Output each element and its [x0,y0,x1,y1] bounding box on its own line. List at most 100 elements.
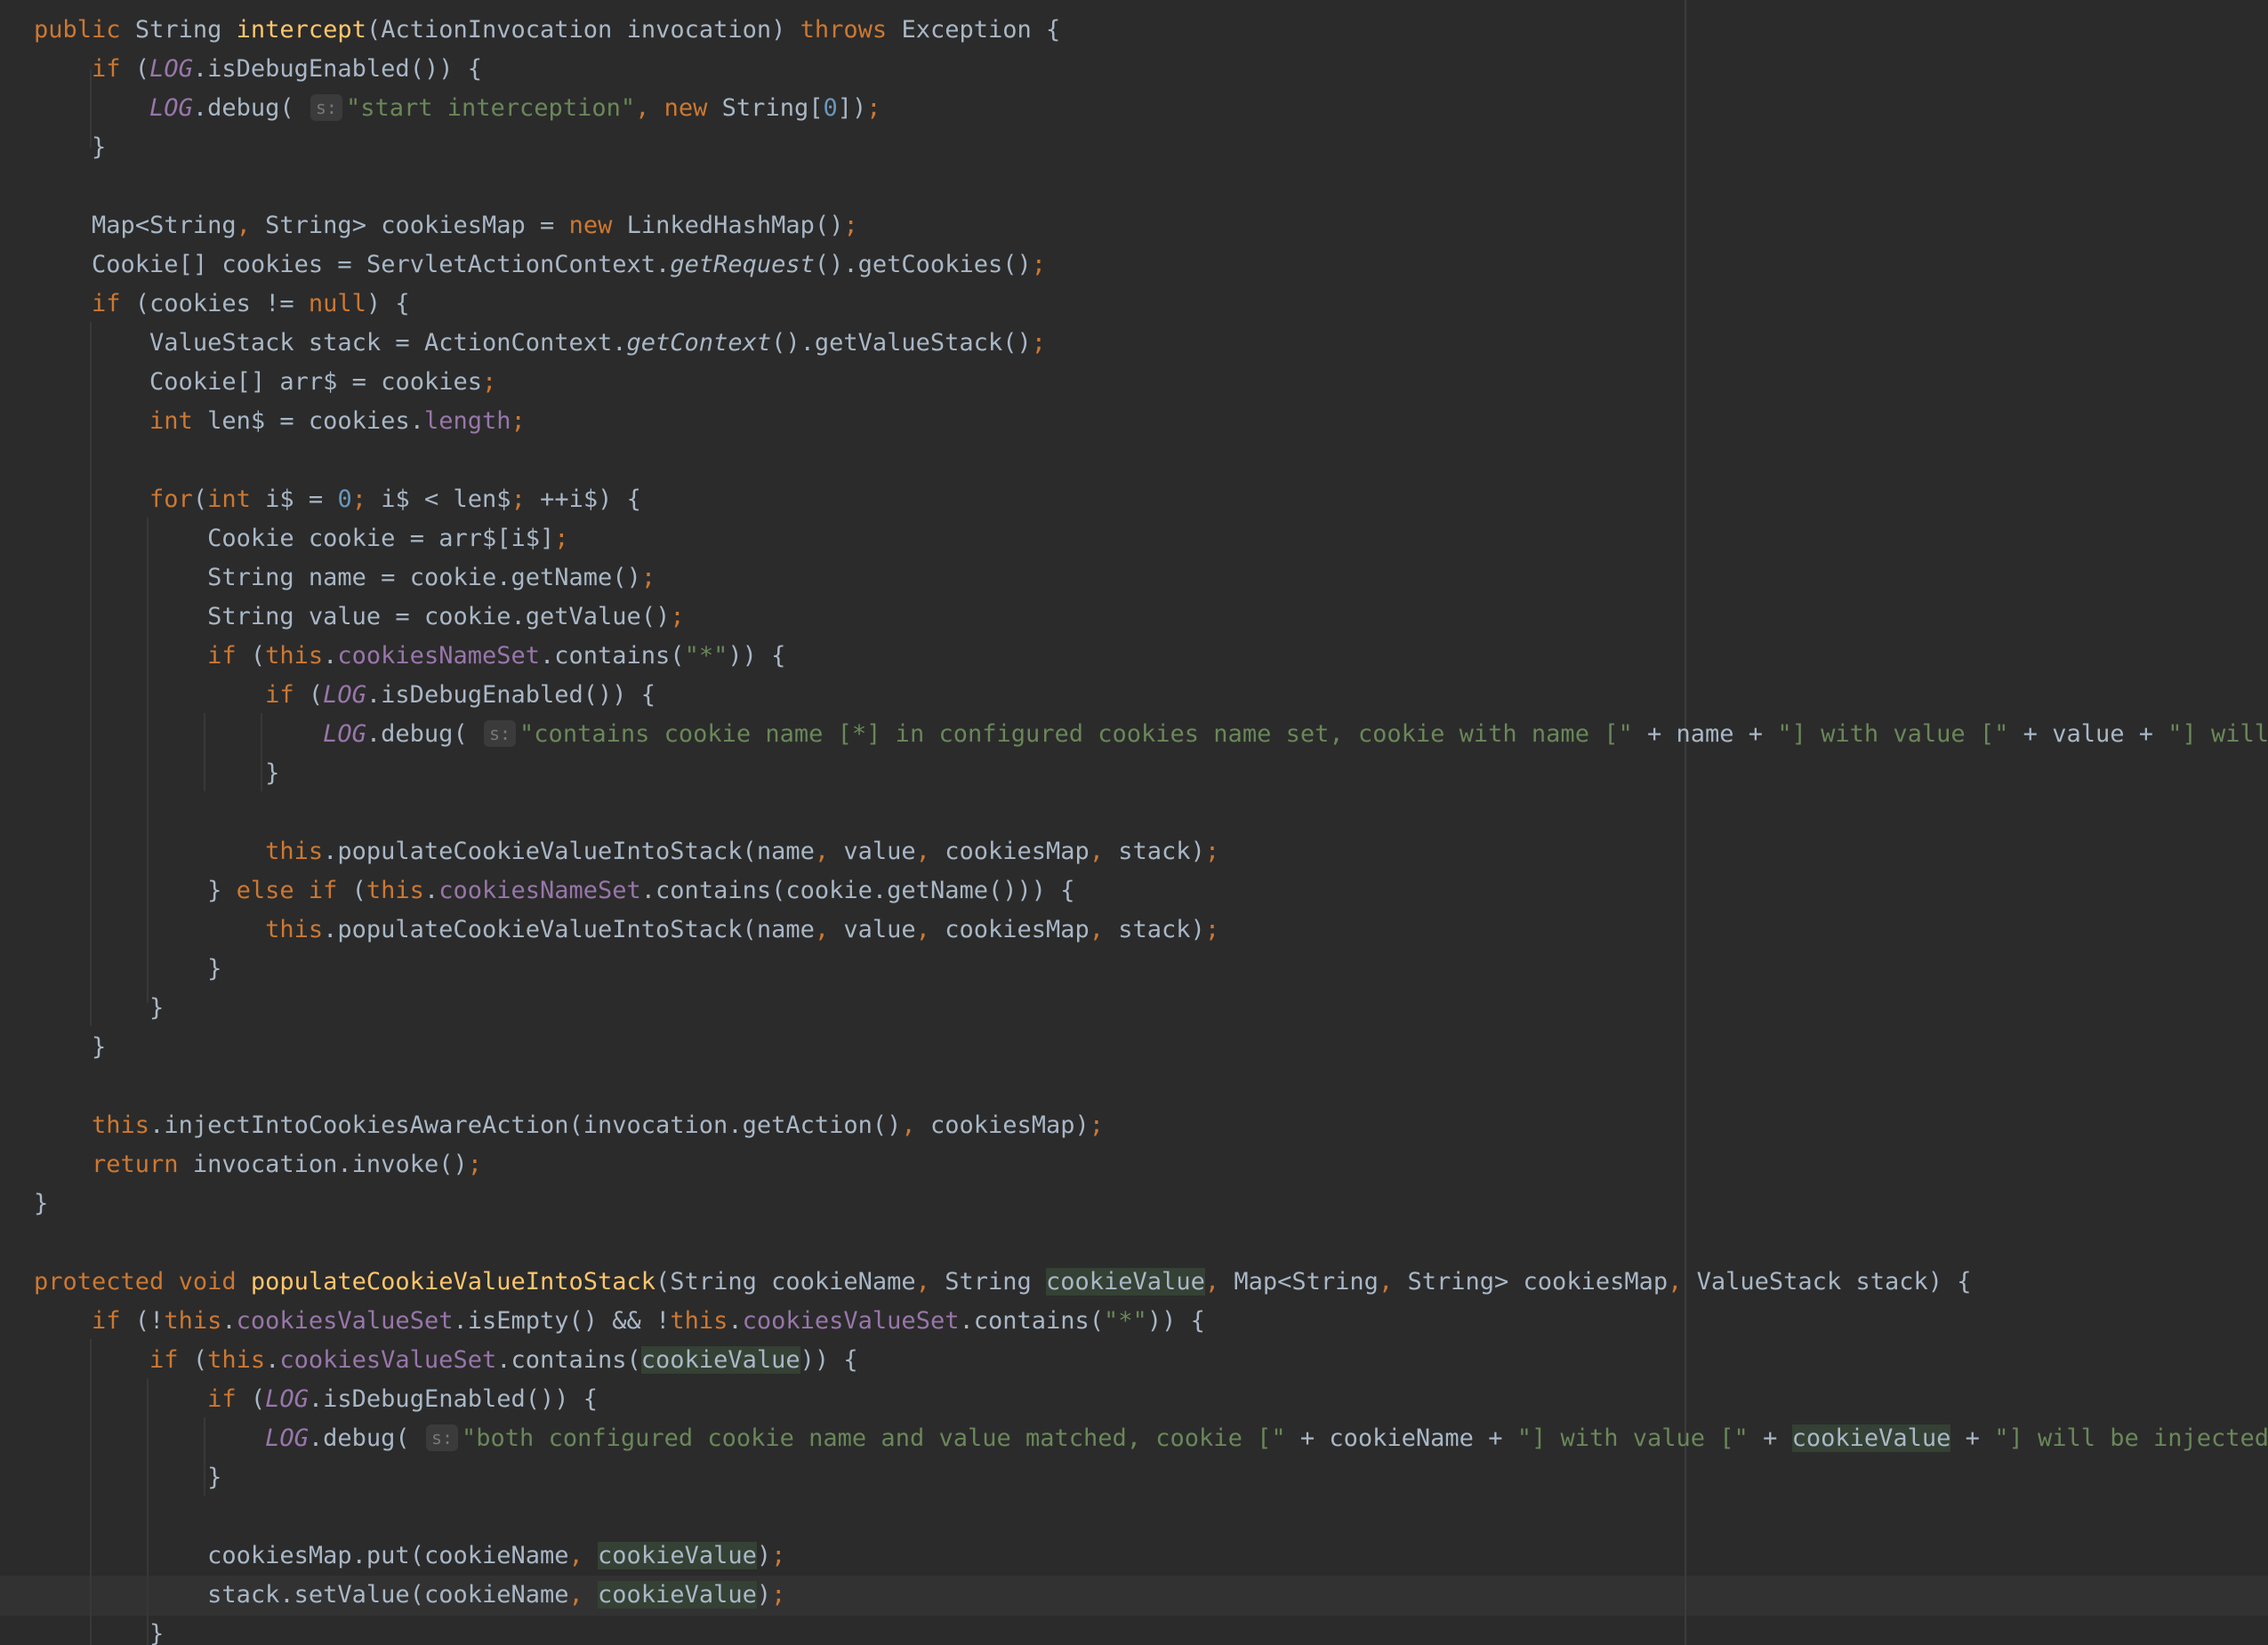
code-token: cookies [221,251,324,278]
code-token: String [670,1268,757,1296]
code-line[interactable]: } [34,1615,2268,1645]
parameter-hint: s: [310,94,342,121]
code-line[interactable]: protected void populateCookieValueIntoSt… [34,1263,2268,1302]
code-line[interactable]: if (cookies != null) { [34,285,2268,324]
code-token: setValue [294,1581,410,1609]
punctuation: ; [481,368,497,396]
code-line[interactable] [34,793,2268,832]
code-line[interactable]: LOG.debug( s: "start interception", new S… [34,89,2268,128]
code-line[interactable]: } [34,950,2268,989]
code-line[interactable]: String name = cookie.getName(); [34,558,2268,598]
code-line[interactable]: cookiesMap.put(cookieName, cookieValue); [34,1537,2268,1576]
code-line[interactable]: this.populateCookieValueIntoStack(name, … [34,911,2268,950]
code-token: ActionInvocation [381,16,613,44]
code-line[interactable]: } [34,1028,2268,1067]
code-token: Map [92,212,135,239]
string-literal: "*" [684,642,728,670]
code-line[interactable]: } else if (this.cookiesNameSet.contains(… [34,871,2268,911]
punctuation: ; [554,525,569,552]
code-token: if [308,877,338,904]
punctuation: , [814,838,830,865]
punctuation: , [915,1268,930,1296]
code-line[interactable]: Cookie cookie = arr$[i$]; [34,519,2268,558]
code-token: LOG [323,681,366,709]
code-token: value [843,916,916,943]
code-line[interactable]: this.injectIntoCookiesAwareAction(invoca… [34,1106,2268,1145]
code-line[interactable]: LOG.debug( s: "contains cookie name [*] i… [34,715,2268,754]
code-token: this [164,1307,222,1335]
code-editor[interactable]: public String intercept(ActionInvocation… [0,0,2268,1645]
code-line[interactable]: stack.setValue(cookieName, cookieValue); [34,1576,2268,1615]
code-token: LinkedHashMap [626,212,815,239]
code-line[interactable]: } [34,1458,2268,1497]
code-token: ActionContext [423,329,613,357]
code-line[interactable] [34,1224,2268,1263]
code-line[interactable]: if (this.cookiesNameSet.contains("*")) { [34,637,2268,676]
punctuation: ; [771,1581,786,1609]
code-token: name [308,564,366,591]
code-token: injectIntoCookiesAwareAction [164,1111,569,1139]
code-token: debug [323,1424,396,1452]
code-token: cookiesMap [1523,1268,1669,1296]
code-token: if [207,642,237,670]
code-token: invocation [626,16,772,44]
code-line[interactable]: Cookie[] cookies = ServletActionContext.… [34,245,2268,285]
code-line[interactable]: } [34,1184,2268,1224]
code-token: int [149,407,193,435]
code-token: arr$ [438,525,497,552]
code-line[interactable]: } [34,754,2268,793]
code-token: isDebugEnabled [207,55,410,83]
code-token: String [207,603,294,630]
code-token: ValueStack [1696,1268,1842,1296]
code-line[interactable]: ValueStack stack = ActionContext.getCont… [34,324,2268,363]
punctuation: , [635,94,650,122]
code-line[interactable]: for(int i$ = 0; i$ < len$; ++i$) { [34,480,2268,519]
code-line[interactable]: return invocation.invoke(); [34,1145,2268,1184]
code-token: LOG [323,720,366,748]
code-line[interactable]: Cookie[] arr$ = cookies; [34,363,2268,402]
code-line[interactable]: if (LOG.isDebugEnabled()) { [34,1380,2268,1419]
code-line[interactable]: if (!this.cookiesValueSet.isEmpty() && !… [34,1302,2268,1341]
code-line[interactable]: public String intercept(ActionInvocation… [34,11,2268,50]
code-token: contains [973,1307,1090,1335]
code-line[interactable]: this.populateCookieValueIntoStack(name, … [34,832,2268,871]
punctuation: ; [511,407,526,435]
code-line[interactable] [34,1067,2268,1106]
code-token: getName [511,564,613,591]
code-line[interactable]: } [34,128,2268,167]
string-literal: "] will be [2167,720,2268,748]
punctuation: , [236,212,251,239]
code-token: Exception [901,16,1032,44]
code-token: String [134,16,222,44]
code-token: cookiesMap [207,1542,352,1569]
code-token: Map [1234,1268,1278,1296]
code-line[interactable] [34,441,2268,480]
code-token: invocation [192,1151,338,1178]
code-token: invocation [583,1111,728,1139]
code-token: populateCookieValueIntoStack [250,1268,656,1296]
code-token: String [207,564,294,591]
code-line[interactable]: LOG.debug( s: "both configured cookie nam… [34,1419,2268,1458]
code-line[interactable]: if (LOG.isDebugEnabled()) { [34,676,2268,715]
code-line[interactable]: if (LOG.isDebugEnabled()) { [34,50,2268,89]
string-literal: "] will be injected" [1994,1424,2268,1452]
code-token: cookiesMap [945,838,1090,865]
code-token: i$ [265,485,294,513]
code-line[interactable] [34,1497,2268,1537]
code-line[interactable]: int len$ = cookies.length; [34,402,2268,441]
code-token: this [366,877,424,904]
code-token: String [1407,1268,1495,1296]
code-token: cookies [149,290,251,317]
code-line[interactable]: if (this.cookiesValueSet.contains(cookie… [34,1341,2268,1380]
code-line[interactable] [34,167,2268,206]
code-line[interactable]: } [34,989,2268,1028]
code-line[interactable]: String value = cookie.getValue(); [34,598,2268,637]
code-token: if [149,1346,179,1374]
string-literal: "*" [1104,1307,1147,1335]
code-token: cookiesMap [929,1111,1075,1139]
code-token: intercept [236,16,366,44]
code-text-area[interactable]: public String intercept(ActionInvocation… [34,11,2268,1645]
code-line[interactable]: Map<String, String> cookiesMap = new Lin… [34,206,2268,245]
code-token: stack [1118,838,1191,865]
code-token: debug [207,94,280,122]
